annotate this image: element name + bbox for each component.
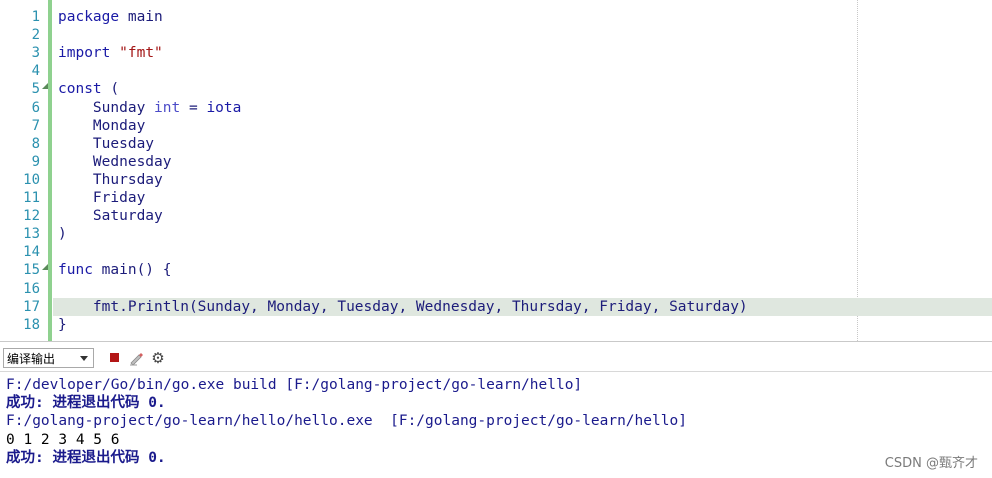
output-type-label: 编译输出 bbox=[7, 352, 56, 366]
code-line[interactable]: 16 bbox=[0, 280, 992, 298]
code-line[interactable]: 11 Friday bbox=[0, 189, 992, 207]
line-number: 3 bbox=[31, 45, 40, 61]
code-line[interactable]: 7 Monday bbox=[0, 117, 992, 135]
code-line[interactable]: 9 Wednesday bbox=[0, 153, 992, 171]
output-line: 成功: 进程退出代码 0. bbox=[6, 449, 166, 466]
stop-icon[interactable] bbox=[107, 350, 123, 366]
code-line[interactable]: 18} bbox=[0, 316, 992, 334]
code-text: func main() { bbox=[58, 262, 172, 278]
output-toolbar: 编译输出 ⚙ bbox=[0, 347, 992, 372]
code-text: Thursday bbox=[58, 172, 163, 188]
line-number: 13 bbox=[23, 226, 40, 242]
code-line[interactable]: 8 Tuesday bbox=[0, 135, 992, 153]
code-text: Tuesday bbox=[58, 136, 155, 152]
line-number: 8 bbox=[31, 136, 40, 152]
code-line[interactable]: 10 Thursday bbox=[0, 171, 992, 189]
line-number: 14 bbox=[23, 244, 40, 260]
output-line: F:/devloper/Go/bin/go.exe build [F:/gola… bbox=[6, 377, 583, 393]
line-number: 2 bbox=[31, 27, 40, 43]
line-number: 9 bbox=[31, 154, 40, 170]
build-output-panel: F:/devloper/Go/bin/go.exe build [F:/gola… bbox=[0, 374, 992, 478]
output-line: F:/golang-project/go-learn/hello/hello.e… bbox=[6, 413, 687, 430]
line-number: 16 bbox=[23, 281, 40, 297]
line-number: 15 bbox=[23, 262, 40, 278]
chevron-down-icon bbox=[80, 356, 88, 361]
gear-icon[interactable]: ⚙ bbox=[150, 350, 166, 366]
line-number: 6 bbox=[31, 100, 40, 116]
code-text: package main bbox=[58, 9, 163, 25]
fold-toggle-icon[interactable] bbox=[42, 264, 48, 270]
line-number: 12 bbox=[23, 208, 40, 224]
code-line[interactable]: 2 bbox=[0, 26, 992, 44]
line-number: 11 bbox=[23, 190, 40, 206]
code-text: Friday bbox=[58, 190, 146, 206]
code-line[interactable]: 3 import "fmt" bbox=[0, 44, 992, 62]
code-line[interactable]: 15 func main() { bbox=[0, 261, 992, 279]
line-number: 1 bbox=[31, 9, 40, 25]
fold-toggle-icon[interactable] bbox=[42, 83, 48, 89]
code-text: Saturday bbox=[58, 208, 163, 224]
code-text: Monday bbox=[58, 118, 146, 134]
line-number: 7 bbox=[31, 118, 40, 134]
output-line: 成功: 进程退出代码 0. bbox=[6, 395, 166, 412]
code-line[interactable]: 13) bbox=[0, 225, 992, 243]
code-line[interactable]: 6 Sunday int = iota bbox=[0, 99, 992, 117]
code-editor[interactable]: 1 package main 2 3 import "fmt" 4 5 const ( 6 Su… bbox=[0, 0, 992, 342]
line-number: 18 bbox=[23, 317, 40, 333]
code-text: import "fmt" bbox=[58, 45, 163, 61]
code-line[interactable]: 5 const ( bbox=[0, 80, 992, 98]
line-number: 10 bbox=[23, 172, 40, 188]
code-text: Wednesday bbox=[58, 154, 172, 170]
line-number: 4 bbox=[31, 63, 40, 79]
code-line[interactable]: 17 fmt.Println(Sunday, Monday, Tuesday, … bbox=[0, 298, 992, 316]
code-text: fmt.Println(Sunday, Monday, Tuesday, Wed… bbox=[58, 299, 748, 315]
output-line: 0 1 2 3 4 5 6 bbox=[6, 431, 120, 448]
code-line[interactable]: 14 bbox=[0, 243, 992, 261]
line-number: 17 bbox=[23, 299, 40, 315]
code-line[interactable]: 4 bbox=[0, 62, 992, 80]
code-text: } bbox=[58, 317, 67, 333]
code-text: Sunday int = iota bbox=[58, 100, 242, 116]
line-number: 5 bbox=[31, 81, 40, 97]
clear-output-icon[interactable] bbox=[128, 350, 144, 366]
code-line[interactable]: 1 package main bbox=[0, 8, 992, 26]
code-text: ) bbox=[58, 226, 67, 242]
output-type-select[interactable]: 编译输出 bbox=[3, 348, 94, 368]
code-text: const ( bbox=[58, 81, 120, 97]
watermark: CSDN @甄齐才 bbox=[884, 456, 978, 471]
code-line[interactable]: 12 Saturday bbox=[0, 207, 992, 225]
